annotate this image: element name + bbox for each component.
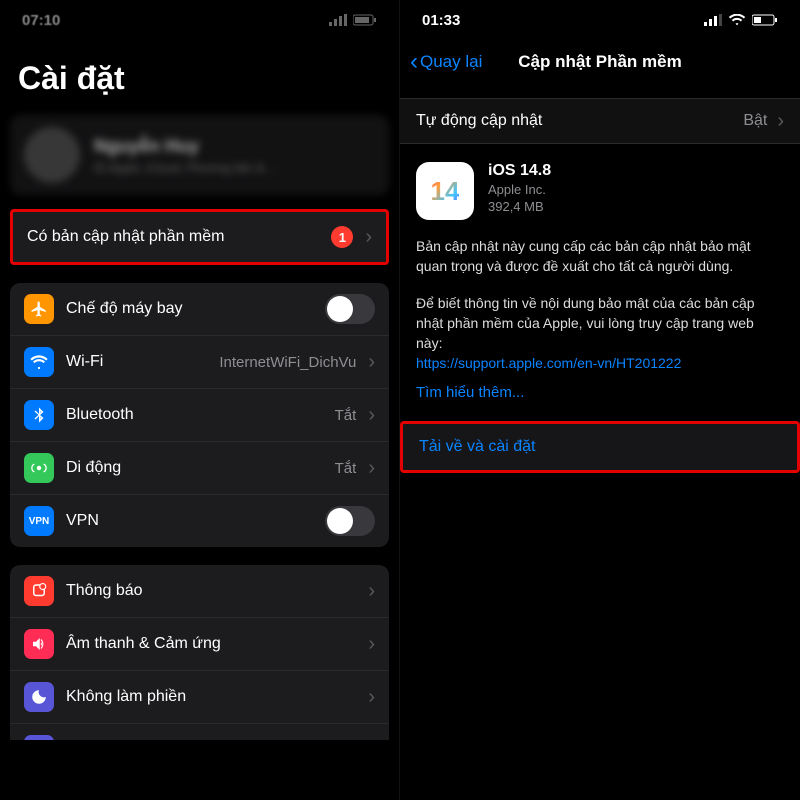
- vpn-label: VPN: [66, 512, 313, 530]
- dnd-label: Không làm phiền: [66, 688, 356, 706]
- auto-update-row[interactable]: Tự động cập nhật Bật ›: [400, 99, 800, 143]
- vpn-row[interactable]: VPN VPN: [10, 495, 389, 547]
- avatar: [24, 127, 80, 183]
- wifi-label: Wi-Fi: [66, 353, 207, 371]
- dnd-row[interactable]: Không làm phiền ›: [10, 671, 389, 724]
- security-link[interactable]: https://support.apple.com/en-vn/HT201222: [416, 355, 681, 371]
- auto-update-value: Bật: [743, 112, 767, 130]
- vpn-icon: VPN: [24, 506, 54, 536]
- notifications-row[interactable]: Thông báo ›: [10, 565, 389, 618]
- notifications-label: Thông báo: [66, 582, 356, 600]
- airplane-toggle[interactable]: [325, 294, 375, 324]
- statusbar: 07:10: [0, 0, 399, 40]
- update-vendor: Apple Inc.: [488, 182, 551, 197]
- sounds-row[interactable]: Âm thanh & Cảm ứng ›: [10, 618, 389, 671]
- chevron-right-icon: ›: [368, 687, 375, 707]
- vpn-toggle[interactable]: [325, 506, 375, 536]
- update-size: 392,4 MB: [488, 199, 551, 214]
- wifi-value: InternetWiFi_DichVu: [219, 354, 356, 371]
- learn-more-link[interactable]: Tìm hiểu thêm...: [400, 374, 800, 415]
- page-title: Cài đặt: [0, 40, 399, 107]
- chevron-right-icon: ›: [368, 634, 375, 654]
- chevron-left-icon: ‹: [410, 50, 418, 74]
- statusbar: 01:33: [400, 0, 800, 40]
- cellular-icon: [24, 453, 54, 483]
- update-badge: 1: [331, 226, 353, 248]
- general-section: Thông báo › Âm thanh & Cảm ứng › Không l…: [10, 565, 389, 740]
- bluetooth-row[interactable]: Bluetooth Tắt ›: [10, 389, 389, 442]
- cellular-label: Di động: [66, 459, 323, 477]
- status-time: 01:33: [422, 12, 460, 29]
- cellular-row[interactable]: Di động Tắt ›: [10, 442, 389, 495]
- navbar: ‹ Quay lại Cập nhật Phần mềm: [400, 40, 800, 84]
- ios-icon: 14: [416, 162, 474, 220]
- sounds-label: Âm thanh & Cảm ứng: [66, 635, 356, 653]
- account-name: Nguyễn Huy: [94, 136, 278, 157]
- apple-id-row[interactable]: Nguyễn Huy ID Apple, iCloud, Phương tiện…: [10, 115, 389, 195]
- screentime-row[interactable]: Thời gian sử dụng ›: [10, 724, 389, 740]
- bluetooth-icon: [24, 400, 54, 430]
- nav-title: Cập nhật Phần mềm: [518, 52, 681, 72]
- dnd-icon: [24, 682, 54, 712]
- screentime-icon: [24, 735, 54, 740]
- connectivity-section: Chế độ máy bay Wi-Fi InternetWiFi_DichVu…: [10, 283, 389, 547]
- bluetooth-label: Bluetooth: [66, 406, 323, 424]
- wifi-icon: [24, 347, 54, 377]
- update-description-2: Để biết thông tin về nội dung bảo mật củ…: [416, 293, 784, 374]
- bluetooth-value: Tắt: [335, 407, 357, 424]
- airplane-icon: [24, 294, 54, 324]
- airplane-mode-row[interactable]: Chế độ máy bay: [10, 283, 389, 336]
- chevron-right-icon: ›: [368, 352, 375, 372]
- auto-update-section: Tự động cập nhật Bật ›: [400, 98, 800, 144]
- status-icons: [329, 14, 377, 26]
- auto-update-label: Tự động cập nhật: [416, 112, 733, 130]
- notifications-icon: [24, 576, 54, 606]
- status-icons: [704, 14, 778, 26]
- settings-screen: 07:10 Cài đặt Nguyễn Huy ID Apple, iClou…: [0, 0, 400, 800]
- sounds-icon: [24, 629, 54, 659]
- airplane-label: Chế độ máy bay: [66, 300, 313, 318]
- update-description-1: Bản cập nhật này cung cấp các bản cập nh…: [416, 236, 784, 277]
- update-available-label: Có bản cập nhật phần mềm: [27, 228, 319, 246]
- chevron-right-icon: ›: [368, 581, 375, 601]
- account-subtitle: ID Apple, iCloud, Phương tiện & ...: [94, 161, 278, 175]
- back-button[interactable]: ‹ Quay lại: [410, 50, 482, 74]
- cellular-value: Tắt: [335, 460, 357, 477]
- software-update-available-row[interactable]: Có bản cập nhật phần mềm 1 ›: [10, 209, 389, 265]
- chevron-right-icon: ›: [368, 405, 375, 425]
- wifi-row[interactable]: Wi-Fi InternetWiFi_DichVu ›: [10, 336, 389, 389]
- download-install-button[interactable]: Tải về và cài đặt: [400, 421, 800, 473]
- update-info: 14 iOS 14.8 Apple Inc. 392,4 MB Bản cập …: [400, 144, 800, 374]
- update-version: iOS 14.8: [488, 162, 551, 180]
- chevron-right-icon: ›: [368, 458, 375, 478]
- status-time: 07:10: [22, 12, 60, 29]
- back-label: Quay lại: [420, 52, 482, 72]
- chevron-right-icon: ›: [365, 227, 372, 247]
- software-update-screen: 01:33 ‹ Quay lại Cập nhật Phần mềm Tự độ…: [400, 0, 800, 800]
- chevron-right-icon: ›: [777, 111, 784, 131]
